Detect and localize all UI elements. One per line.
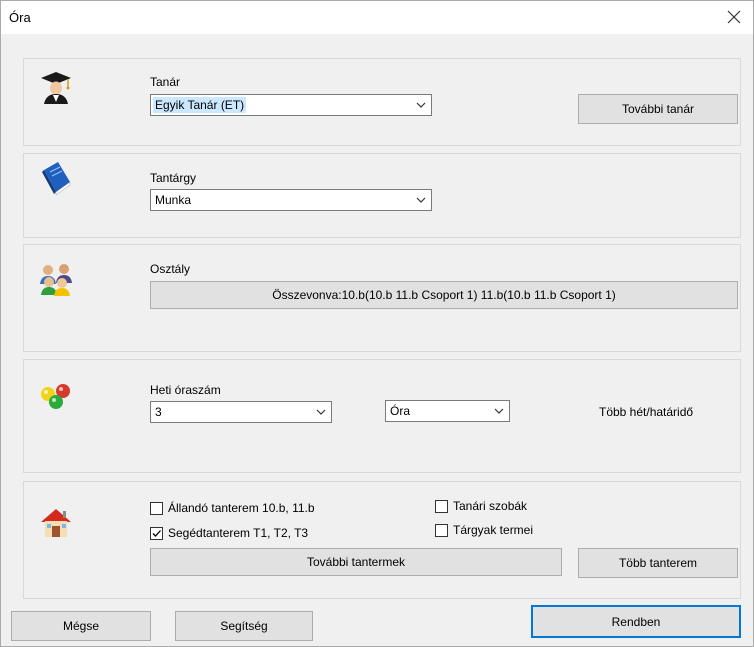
window-title: Óra	[9, 10, 31, 25]
aux-room-label[interactable]: Segédtanterem T1, T2, T3	[168, 526, 308, 540]
hours-label: Heti óraszám	[150, 383, 221, 397]
hours-count-select[interactable]: 3	[150, 401, 332, 423]
subject-rooms-label[interactable]: Tárgyak termei	[453, 523, 533, 537]
multi-week-label[interactable]: Több hét/határidő	[599, 405, 693, 419]
subject-panel: Tantárgy Munka	[23, 153, 741, 238]
book-icon	[42, 162, 71, 196]
class-merge-button[interactable]: Összevonva:10.b(10.b 11.b Csoport 1) 11.…	[150, 281, 738, 309]
chevron-down-icon	[316, 409, 326, 415]
checkmark-icon	[152, 530, 161, 537]
dialog-window: Óra Tanár Egyik Tanár (ET) További tanár	[0, 0, 754, 647]
colored-balls-icon	[41, 384, 70, 409]
teacher-label: Tanár	[150, 75, 181, 89]
subject-label: Tantárgy	[150, 171, 197, 185]
chevron-down-icon	[416, 197, 426, 203]
teacher-select[interactable]: Egyik Tanár (ET)	[150, 94, 432, 116]
more-rooms-button[interactable]: További tantermek	[150, 548, 562, 576]
more-teacher-button[interactable]: További tanár	[578, 94, 738, 124]
house-icon	[41, 509, 71, 537]
chevron-down-icon	[494, 408, 504, 414]
chevron-down-icon	[416, 102, 426, 108]
students-group-icon	[40, 264, 72, 296]
permanent-room-label[interactable]: Állandó tanterem 10.b, 11.b	[168, 501, 315, 515]
hours-count-value: 3	[155, 405, 162, 419]
aux-room-checkbox[interactable]	[150, 527, 163, 540]
title-bar: Óra	[1, 1, 753, 34]
hours-panel: Heti óraszám 3 Óra Több hét/határidő	[23, 359, 741, 473]
subject-select-value: Munka	[155, 193, 192, 207]
multiple-rooms-button[interactable]: Több tanterem	[578, 548, 738, 578]
subject-rooms-checkbox[interactable]	[435, 524, 448, 537]
help-button[interactable]: Segítség	[175, 611, 313, 641]
teacher-select-value: Egyik Tanár (ET)	[153, 97, 247, 113]
permanent-room-checkbox[interactable]	[150, 502, 163, 515]
class-panel: Osztály Összevonva:10.b(10.b 11.b Csopor…	[23, 244, 741, 352]
staff-rooms-checkbox[interactable]	[435, 500, 448, 513]
rooms-panel: Állandó tanterem 10.b, 11.b Segédtantere…	[23, 481, 741, 599]
cancel-button[interactable]: Mégse	[11, 611, 151, 641]
close-button[interactable]	[719, 3, 749, 31]
subject-select[interactable]: Munka	[150, 189, 432, 211]
hours-unit-select[interactable]: Óra	[385, 400, 510, 422]
close-icon	[727, 10, 741, 24]
class-label: Osztály	[150, 262, 191, 276]
hours-unit-value: Óra	[390, 404, 411, 418]
teacher-panel: Tanár Egyik Tanár (ET) További tanár	[23, 58, 741, 146]
ok-button[interactable]: Rendben	[531, 605, 741, 638]
graduate-icon	[41, 72, 71, 104]
staff-rooms-label[interactable]: Tanári szobák	[453, 499, 527, 513]
